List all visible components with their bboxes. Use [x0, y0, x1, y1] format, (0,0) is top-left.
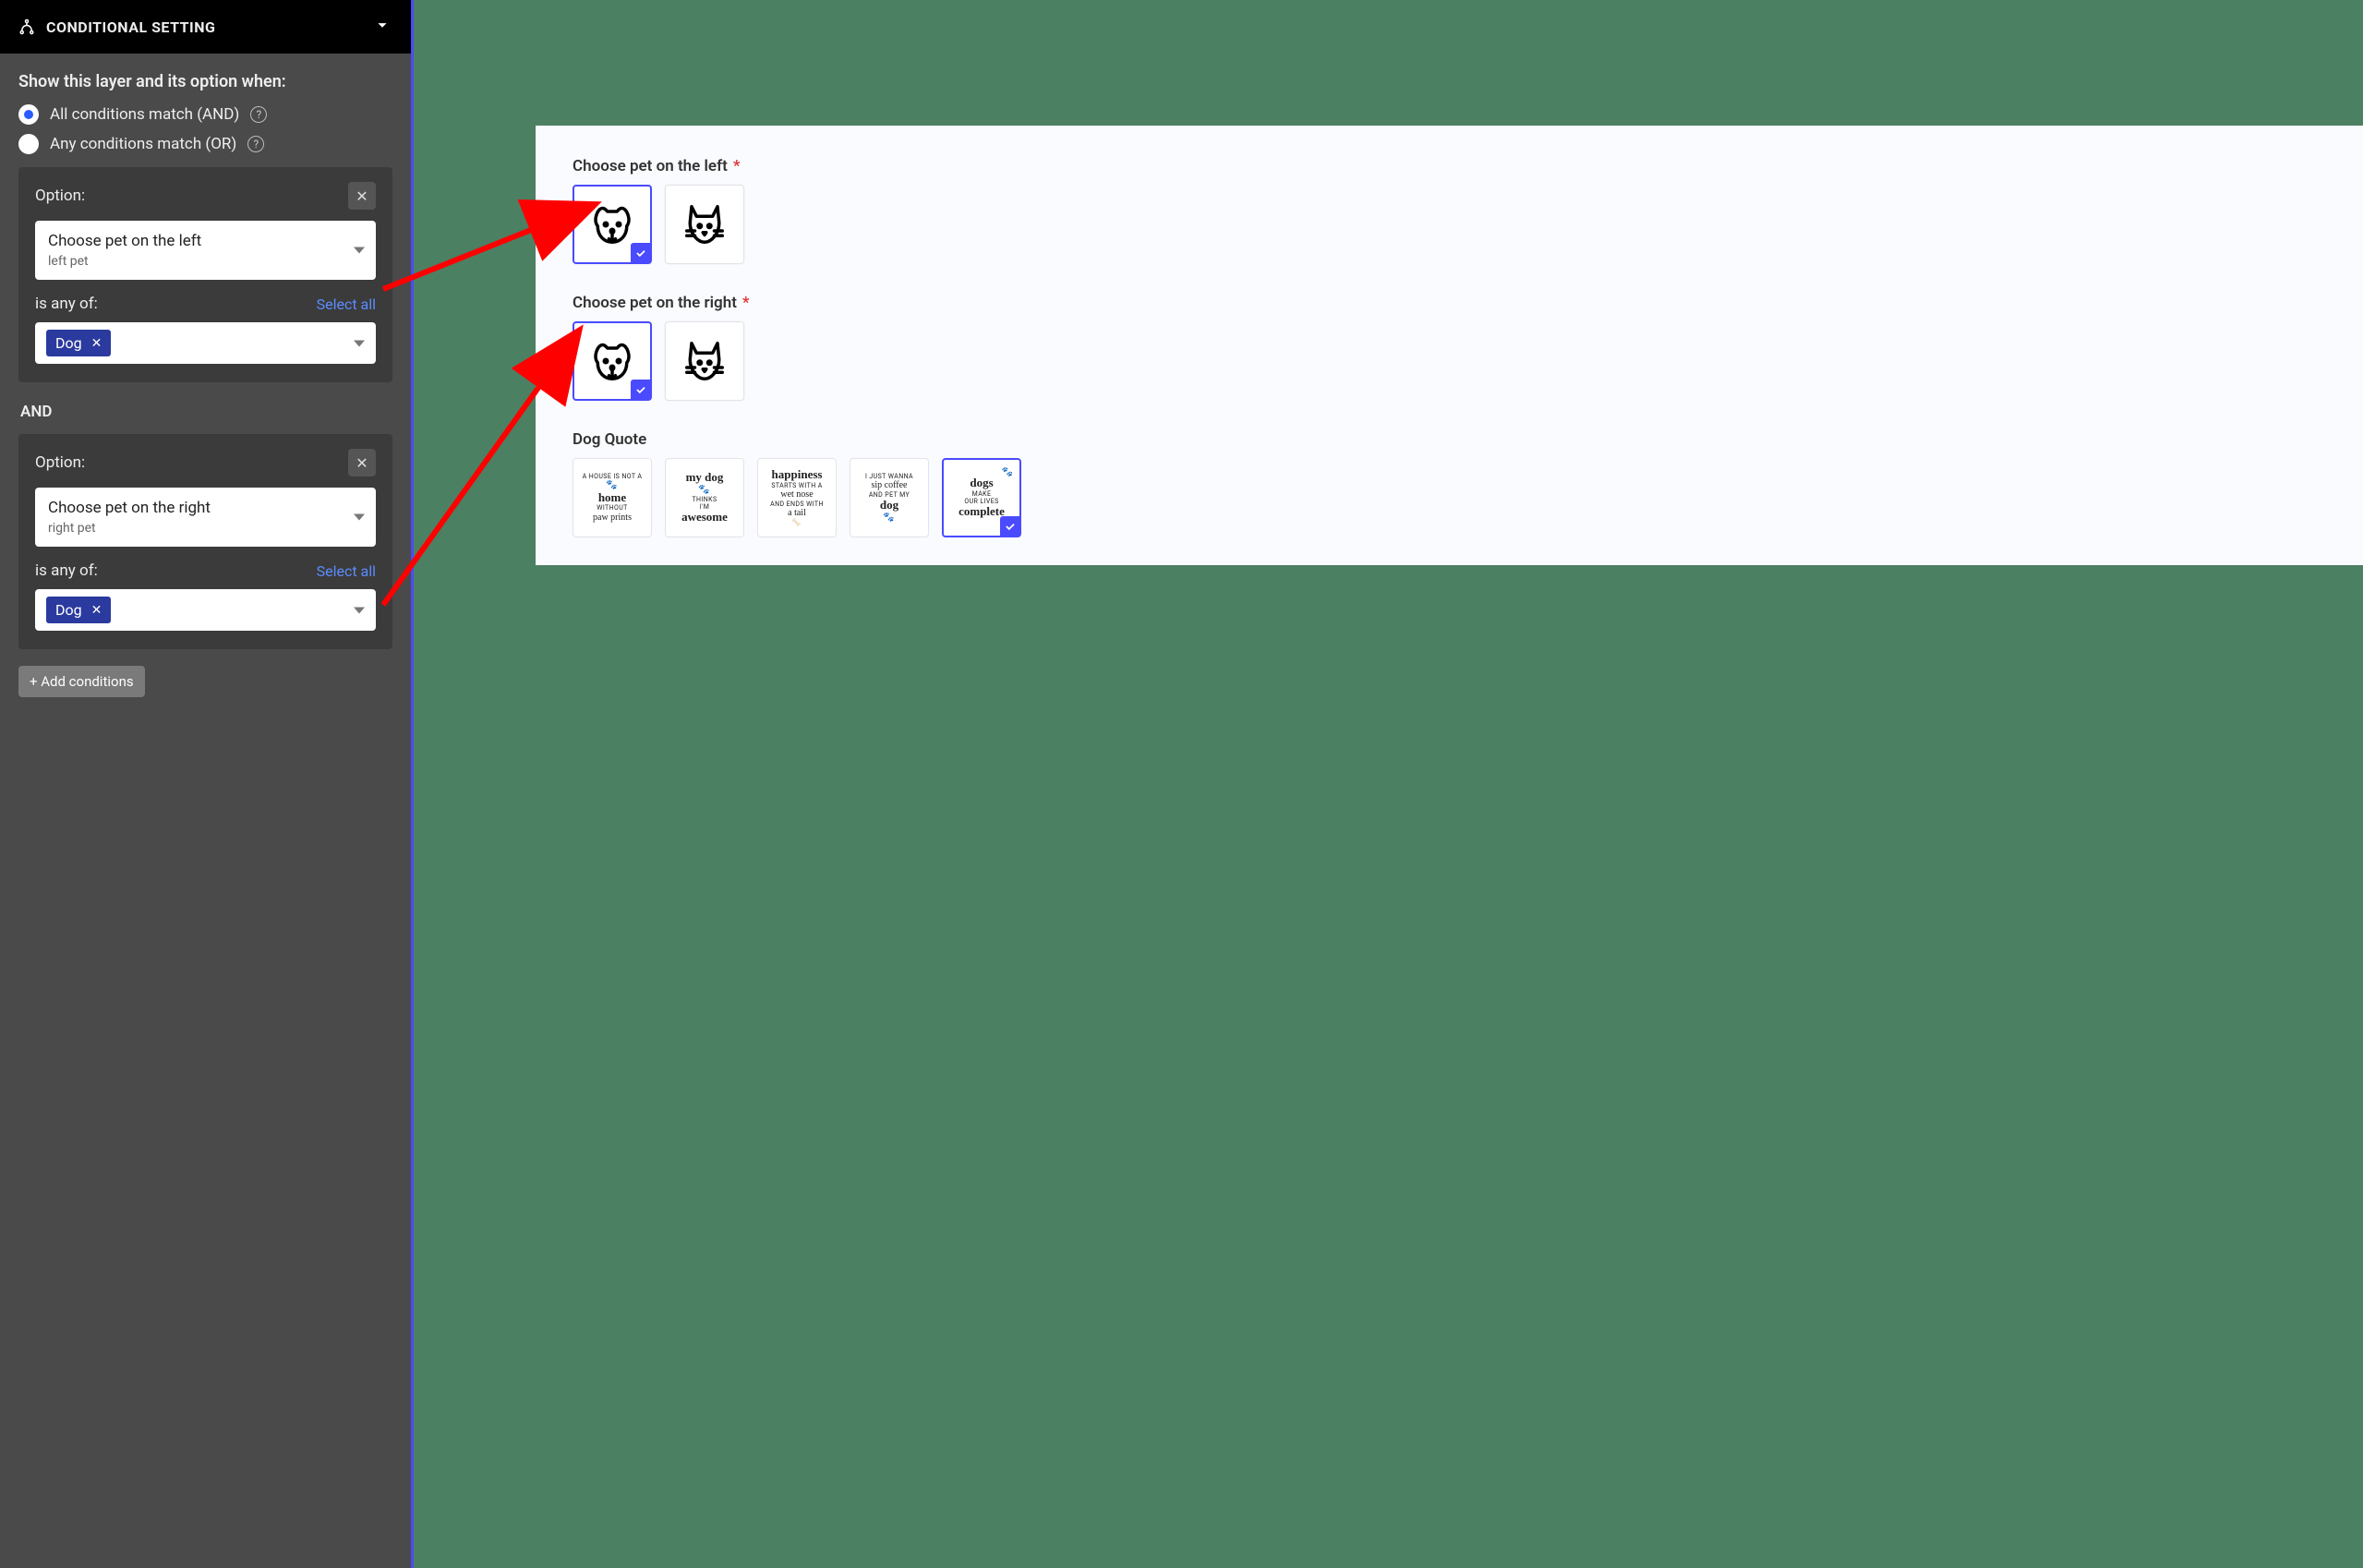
branch-icon [18, 18, 35, 35]
close-icon[interactable]: ✕ [348, 182, 376, 210]
check-icon [1000, 516, 1020, 537]
paw-icon: 🐾 [883, 513, 895, 524]
condition-block-1: Option: ✕ Choose pet on the left left pe… [18, 167, 392, 382]
radio-or-label: Any conditions match (OR) [50, 135, 236, 153]
quote-text: sip coffee [872, 480, 908, 491]
pet-left-row [573, 185, 2335, 264]
preview-panel: Choose pet on the left* [536, 126, 2363, 565]
cat-icon [679, 199, 730, 250]
quote-option-1[interactable]: A HOUSE IS NOT A 🐾 home WITHOUT paw prin… [573, 458, 652, 537]
pet-right-row [573, 321, 2335, 401]
instruction-text: Show this layer and its option when: [18, 72, 392, 91]
paw-icon: 🐾 [698, 485, 710, 496]
radio-icon [18, 104, 39, 125]
quote-text: awesome [681, 511, 728, 525]
quote-text: my dog [686, 471, 724, 485]
tag-label: Dog [55, 334, 82, 352]
option-select-2[interactable]: Choose pet on the right right pet [35, 488, 376, 547]
sidebar-header: CONDITIONAL SETTING [0, 0, 411, 54]
quote-text: A HOUSE IS NOT A [583, 473, 643, 480]
quote-text: complete [958, 505, 1005, 519]
field-label-right: Choose pet on the right* [573, 294, 2335, 312]
quote-text: a tail [788, 508, 806, 519]
quote-option-2[interactable]: my dog 🐾 THINKS I'M awesome [665, 458, 744, 537]
help-icon[interactable]: ? [247, 136, 264, 152]
quote-text: AND ENDS WITH [770, 501, 824, 508]
option-label: Option: [35, 187, 85, 205]
tag-label: Dog [55, 601, 82, 619]
select-all-link[interactable]: Select all [317, 296, 376, 313]
quote-text: WITHOUT [597, 504, 628, 512]
field-label-left: Choose pet on the left* [573, 157, 2335, 175]
close-icon[interactable]: ✕ [348, 449, 376, 476]
quote-text: paw prints [593, 513, 632, 524]
quote-option-3[interactable]: happiness STARTS WITH A wet nose AND END… [757, 458, 837, 537]
radio-and-label: All conditions match (AND) [50, 105, 239, 124]
quote-text: home [598, 491, 626, 505]
option-label: Option: [35, 453, 85, 472]
option-select-sub: left pet [48, 254, 363, 269]
select-all-link[interactable]: Select all [317, 562, 376, 580]
and-separator: AND [20, 403, 391, 421]
option-select-value: Choose pet on the left [48, 232, 363, 250]
chevron-down-icon [354, 340, 365, 346]
tag-dog[interactable]: Dog ✕ [46, 330, 111, 356]
sidebar-title: CONDITIONAL SETTING [46, 18, 215, 36]
dog-icon [586, 335, 638, 387]
chevron-down-icon [354, 247, 365, 254]
pet-option-cat[interactable] [665, 321, 744, 401]
quote-option-4[interactable]: I JUST WANNA sip coffee AND PET MY dog 🐾 [850, 458, 929, 537]
value-select-1[interactable]: Dog ✕ [35, 322, 376, 364]
paw-icon: 🐾 [606, 480, 618, 491]
field-label-text: Choose pet on the left [573, 157, 728, 175]
option-select-1[interactable]: Choose pet on the left left pet [35, 221, 376, 280]
quote-text: dogs [970, 476, 993, 490]
pet-option-cat[interactable] [665, 185, 744, 264]
pet-option-dog[interactable] [573, 321, 652, 401]
cat-icon [679, 335, 730, 387]
radio-or[interactable]: Any conditions match (OR) ? [18, 134, 392, 154]
quote-row: A HOUSE IS NOT A 🐾 home WITHOUT paw prin… [573, 458, 2335, 537]
chevron-down-icon [354, 607, 365, 613]
close-icon[interactable]: ✕ [91, 603, 102, 618]
quote-text: happiness [772, 468, 823, 482]
value-select-2[interactable]: Dog ✕ [35, 589, 376, 631]
isany-label: is any of: [35, 561, 98, 580]
check-icon [631, 380, 651, 400]
radio-and[interactable]: All conditions match (AND) ? [18, 104, 392, 125]
canvas: Choose pet on the left* [414, 0, 2363, 1568]
pet-option-dog[interactable] [573, 185, 652, 264]
sidebar: CONDITIONAL SETTING Show this layer and … [0, 0, 411, 1568]
quote-text: THINKS [692, 496, 717, 503]
field-label-text: Choose pet on the right [573, 294, 737, 312]
paw-icon: 🐾 [1002, 467, 1014, 478]
dog-icon [586, 199, 638, 250]
field-label-quote: Dog Quote [573, 430, 2335, 449]
check-icon [631, 243, 651, 263]
collapse-icon[interactable] [372, 15, 392, 39]
quote-text: MAKE [972, 490, 992, 498]
quote-text: wet nose [780, 489, 813, 501]
tag-dog[interactable]: Dog ✕ [46, 597, 111, 623]
radio-icon [18, 134, 39, 154]
sidebar-body: Show this layer and its option when: All… [0, 54, 411, 714]
add-conditions-button[interactable]: + Add conditions [18, 666, 145, 697]
option-select-sub: right pet [48, 521, 363, 536]
help-icon[interactable]: ? [250, 106, 267, 123]
bone-icon: 🦴 [792, 518, 802, 526]
quote-text: dog [880, 499, 898, 513]
isany-label: is any of: [35, 295, 98, 313]
chevron-down-icon [354, 514, 365, 521]
quote-text: I JUST WANNA [865, 473, 913, 480]
quote-option-5[interactable]: dogs 🐾 MAKE OUR LIVES complete [942, 458, 1021, 537]
close-icon[interactable]: ✕ [91, 336, 102, 351]
quote-text: STARTS WITH A [771, 482, 822, 489]
condition-block-2: Option: ✕ Choose pet on the right right … [18, 434, 392, 649]
option-select-value: Choose pet on the right [48, 499, 363, 517]
